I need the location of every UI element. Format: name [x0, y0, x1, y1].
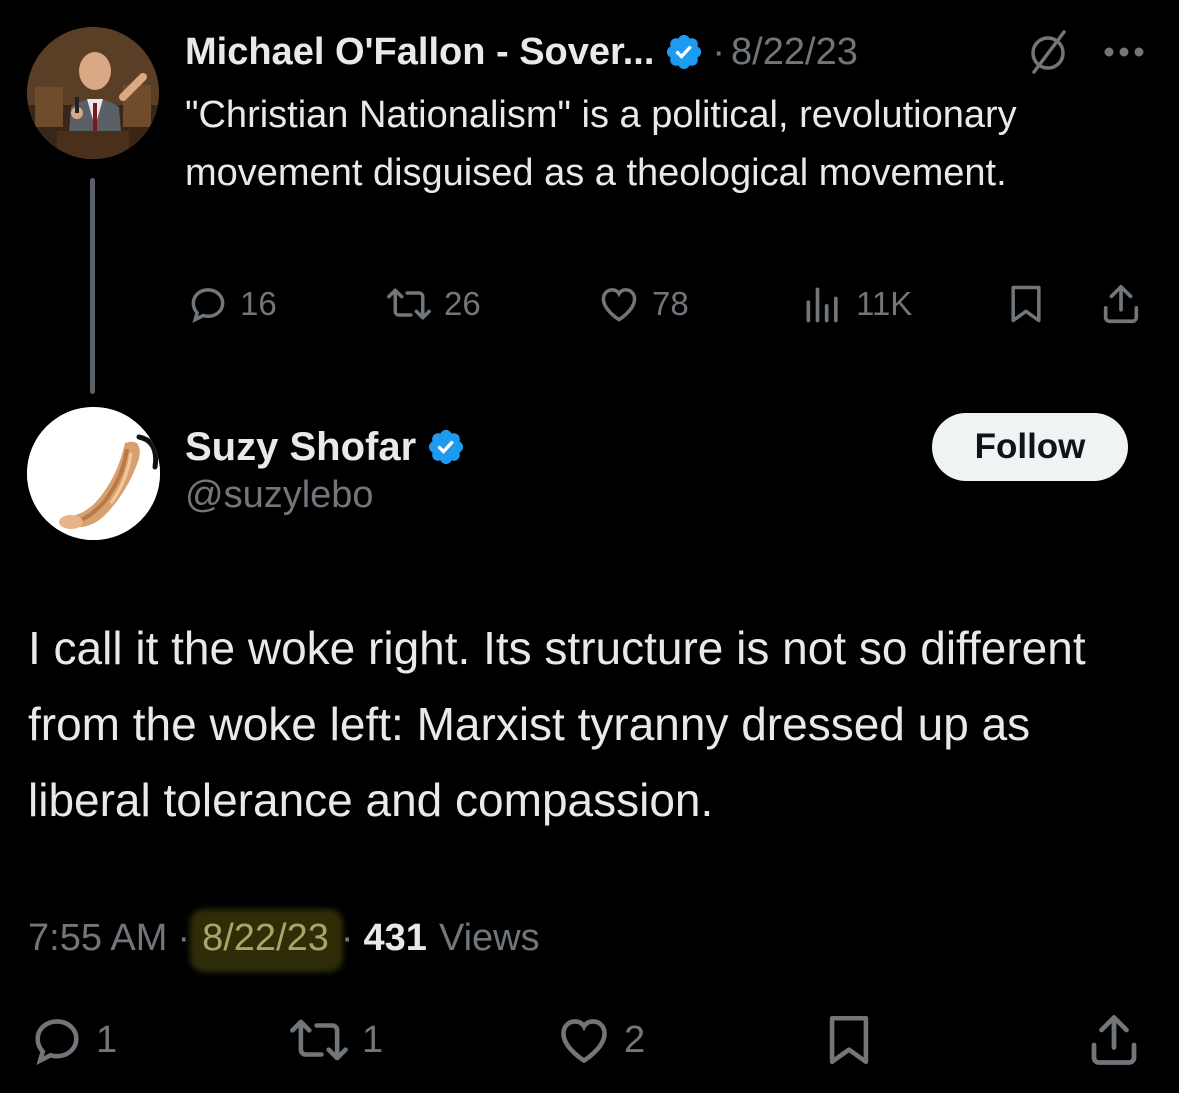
bookmark-icon — [829, 1015, 869, 1065]
parent-reply-count: 16 — [240, 285, 277, 322]
verified-badge-icon — [667, 34, 702, 70]
views-icon — [806, 287, 838, 323]
main-author-name-row: Suzy Shofar — [185, 420, 472, 474]
parent-like-button[interactable]: 78 — [596, 280, 689, 328]
main-reply-count: 1 — [96, 1018, 118, 1061]
meta-separator: · — [177, 916, 191, 959]
views-count: 431 — [363, 916, 427, 959]
main-tweet-meta: 7:55 AM · 8/22/23 · 431 Views — [28, 908, 540, 968]
share-icon — [1091, 1015, 1137, 1065]
parent-repost-count: 26 — [444, 285, 481, 322]
main-author-handle[interactable]: @suzylebo — [185, 474, 374, 517]
parent-bookmark-button[interactable] — [1004, 280, 1048, 328]
main-like-button[interactable]: 2 — [554, 1010, 645, 1070]
parent-views-button[interactable]: 11K — [800, 280, 912, 328]
tweet-date: 8/22/23 — [202, 916, 329, 959]
like-icon — [561, 1019, 607, 1064]
parent-share-button[interactable] — [1098, 280, 1144, 328]
header-separator: · — [712, 30, 726, 73]
tweet-date-highlighted: 8/22/23 — [200, 917, 331, 960]
repost-icon — [387, 288, 431, 320]
main-share-button[interactable] — [1084, 1010, 1144, 1070]
bookmark-icon — [1011, 285, 1041, 323]
main-tweet-text: I call it the woke right. Its structure … — [28, 622, 1086, 826]
main-repost-count: 1 — [362, 1018, 384, 1061]
main-bookmark-button[interactable] — [820, 1010, 878, 1070]
repost-icon — [290, 1019, 348, 1061]
main-author-avatar[interactable] — [27, 407, 160, 540]
views-label: Views — [438, 916, 540, 959]
main-reply-button[interactable]: 1 — [28, 1010, 117, 1070]
main-author-name[interactable]: Suzy Shofar — [185, 425, 416, 470]
like-icon — [601, 288, 637, 322]
parent-repost-button[interactable]: 26 — [384, 280, 481, 328]
more-icon[interactable] — [1103, 46, 1145, 58]
parent-tweet-date[interactable]: 8/22/23 — [731, 31, 858, 74]
parent-tweet-header: Michael O'Fallon - Sover... · 8/22/23 — [185, 26, 858, 78]
parent-reply-button[interactable]: 16 — [186, 280, 277, 328]
parent-author-avatar[interactable] — [27, 27, 159, 159]
tweet-time: 7:55 AM — [28, 916, 168, 959]
follow-button[interactable]: Follow — [932, 413, 1128, 481]
share-icon — [1103, 284, 1139, 324]
main-like-count: 2 — [624, 1018, 646, 1061]
parent-tweet-text: "Christian Nationalism" is a political, … — [185, 94, 1017, 194]
tweet-detail-page: Michael O'Fallon - Sover... · 8/22/23 "C… — [0, 0, 1179, 1093]
reply-icon — [191, 288, 225, 323]
parent-like-count: 78 — [652, 285, 689, 322]
main-repost-button[interactable]: 1 — [286, 1010, 383, 1070]
verified-badge-icon — [429, 429, 464, 465]
main-tweet-actions: 1 1 2 — [0, 1010, 1179, 1070]
parent-tweet-actions: 16 26 78 11K — [0, 280, 1179, 328]
reply-icon — [35, 1019, 79, 1065]
no-edit-icon — [1031, 30, 1066, 74]
parent-author-name[interactable]: Michael O'Fallon - Sover... — [185, 31, 654, 74]
parent-views-count: 11K — [856, 285, 913, 322]
